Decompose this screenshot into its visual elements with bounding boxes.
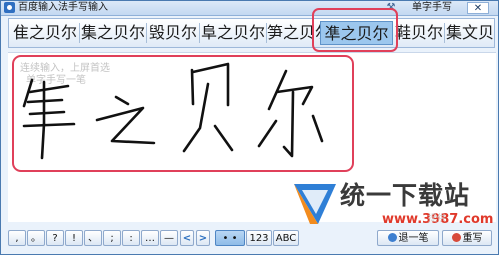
- mode-punct-button[interactable]: • •: [215, 230, 245, 246]
- candidate-item[interactable]: 毁贝尔: [148, 21, 198, 45]
- rewrite-icon: [451, 233, 461, 242]
- download-site-logo-icon: [294, 184, 336, 224]
- mode-alpha-button[interactable]: ABC: [273, 230, 299, 246]
- settings-wrench-icon[interactable]: ⚒: [386, 3, 396, 13]
- bottom-toolbar: , 。 ? ! 、 ; : … — < > • • 123 ABC 退一笔 重写: [8, 230, 496, 248]
- candidate-item-selected[interactable]: 凖之贝尔: [320, 21, 393, 45]
- candidate-item[interactable]: 集文贝: [446, 21, 494, 45]
- candidate-item[interactable]: 阜之贝尔: [201, 21, 265, 45]
- candidate-item[interactable]: 隹之贝尔: [12, 21, 78, 45]
- divider: [146, 23, 147, 43]
- rewrite-button[interactable]: 重写: [442, 230, 492, 246]
- candidate-item[interactable]: 集之贝尔: [81, 21, 145, 45]
- mode-dropdown[interactable]: 单字手写: [412, 1, 452, 15]
- rewrite-label: 重写: [462, 233, 483, 244]
- candidate-bar: 隹之贝尔 集之贝尔 毁贝尔 阜之贝尔 笋之贝尔 凖之贝尔 鞋贝尔 集文贝: [8, 18, 495, 48]
- divider: [79, 23, 80, 43]
- punct-button[interactable]: ;: [103, 230, 121, 246]
- punct-button[interactable]: ?: [46, 230, 64, 246]
- handwriting-highlight: [12, 55, 354, 172]
- close-button[interactable]: ✕: [467, 2, 489, 14]
- candidate-item[interactable]: 鞋贝尔: [395, 21, 443, 45]
- punct-button[interactable]: 。: [27, 230, 45, 246]
- mode-number-button[interactable]: 123: [246, 230, 272, 246]
- punct-button[interactable]: :: [122, 230, 140, 246]
- punct-button[interactable]: …: [141, 230, 159, 246]
- punct-button[interactable]: —: [160, 230, 178, 246]
- watermark-faint-text: 提供: [428, 214, 447, 224]
- punct-button[interactable]: 、: [84, 230, 102, 246]
- divider: [199, 23, 200, 43]
- undo-arrow-icon: [387, 233, 397, 242]
- undo-label: 退一笔: [398, 233, 429, 244]
- baidu-app-icon: [4, 2, 15, 13]
- title-bar: 百度输入法手写输入 ⚒ 单字手写 ✕: [1, 1, 498, 16]
- divider: [444, 23, 445, 43]
- punct-button[interactable]: ,: [8, 230, 26, 246]
- undo-stroke-button[interactable]: 退一笔: [377, 230, 439, 246]
- next-page-button[interactable]: >: [196, 230, 210, 246]
- punct-button[interactable]: !: [65, 230, 83, 246]
- watermark-brand: 统一下载站: [340, 181, 471, 210]
- window-title: 百度输入法手写输入: [18, 2, 108, 13]
- prev-page-button[interactable]: <: [180, 230, 194, 246]
